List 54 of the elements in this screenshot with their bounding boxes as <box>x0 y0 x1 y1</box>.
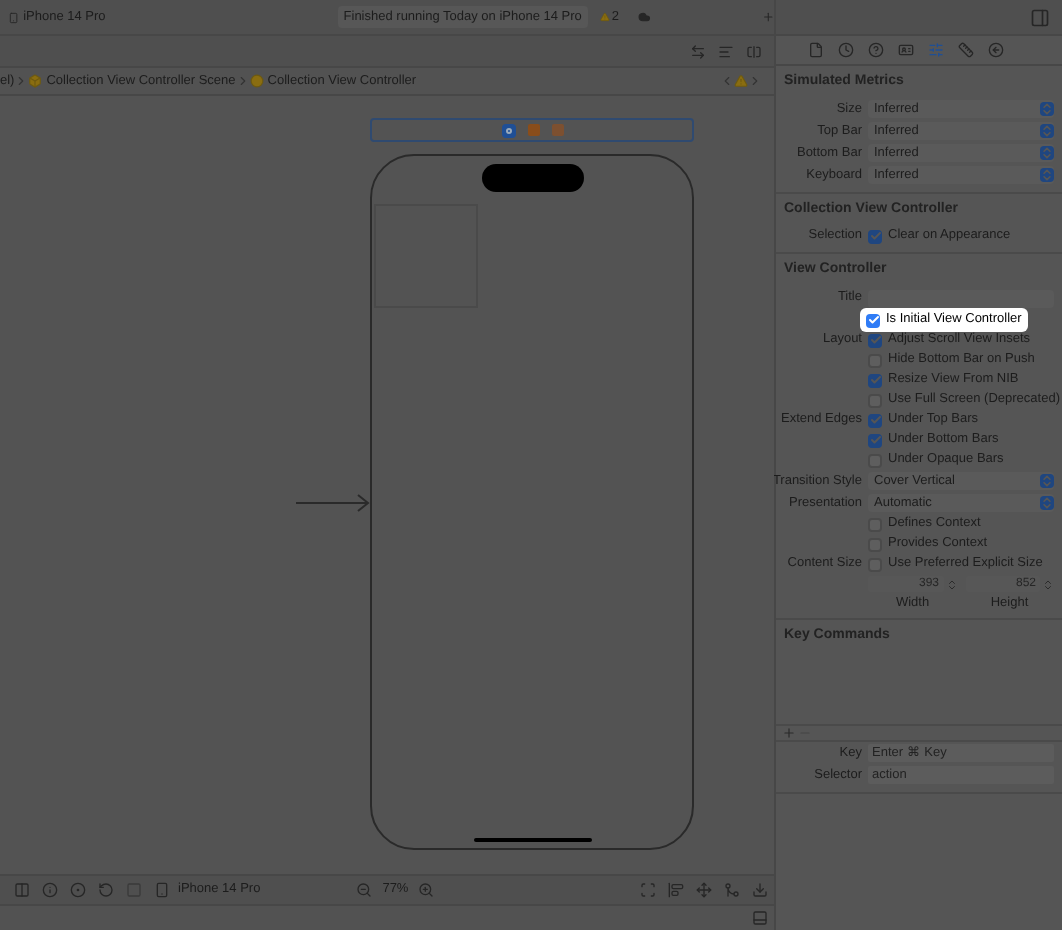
chevron-icon <box>14 74 29 88</box>
add-icon[interactable] <box>782 726 796 740</box>
lines-icon[interactable] <box>718 43 734 59</box>
popup-arrow-icon <box>1040 496 1054 510</box>
swap-icon[interactable] <box>690 43 706 59</box>
clock-icon[interactable] <box>838 42 854 58</box>
collection-cell <box>374 204 478 308</box>
id-card-icon[interactable] <box>898 42 914 58</box>
resolve-icon[interactable] <box>724 882 740 898</box>
arrow-circle-icon[interactable] <box>988 42 1004 58</box>
popup-arrow-icon <box>1040 124 1054 138</box>
popup-arrow-icon <box>1040 168 1054 182</box>
scene-icon <box>28 74 43 88</box>
align-icon[interactable] <box>668 882 684 898</box>
help-icon[interactable] <box>868 42 884 58</box>
info-icon[interactable] <box>42 882 58 898</box>
forward-icon[interactable] <box>748 74 762 88</box>
warning-icon[interactable] <box>734 74 748 88</box>
back-icon[interactable] <box>720 74 734 88</box>
home-indicator <box>474 838 592 842</box>
zoom-out-icon[interactable] <box>356 882 373 898</box>
sliders-icon[interactable] <box>928 42 944 58</box>
cloud-icon[interactable] <box>638 8 652 26</box>
fit-icon[interactable] <box>640 882 656 898</box>
popup-arrow-icon <box>1040 146 1054 160</box>
panel-icon[interactable] <box>14 882 30 898</box>
embed-icon[interactable] <box>752 882 768 898</box>
zoom-in-icon[interactable] <box>418 882 435 898</box>
debug-area-icon[interactable] <box>752 910 768 926</box>
controller-icon <box>501 123 515 137</box>
exit-icon <box>551 124 563 136</box>
popup-arrow-icon <box>1040 474 1054 488</box>
file-icon[interactable] <box>808 42 824 58</box>
checkbox[interactable] <box>868 333 882 347</box>
title-field[interactable] <box>868 289 1054 307</box>
add-icon[interactable] <box>761 8 774 26</box>
checkbox[interactable] <box>868 433 882 447</box>
rotate-icon[interactable] <box>98 882 114 898</box>
device-icon[interactable] <box>8 9 20 25</box>
appearance-icon[interactable] <box>70 882 86 898</box>
pin-icon[interactable] <box>696 882 712 898</box>
chevron-icon <box>235 74 250 88</box>
checkbox[interactable] <box>868 373 882 387</box>
device-icon[interactable] <box>154 882 170 898</box>
warning-icon[interactable] <box>599 10 610 24</box>
first-responder-icon <box>527 124 539 136</box>
ruler-icon[interactable] <box>958 42 974 58</box>
split-editor-icon[interactable] <box>746 43 762 59</box>
inspector-toggle-icon[interactable] <box>1030 7 1050 27</box>
checkbox[interactable] <box>868 413 882 427</box>
controller-icon <box>249 74 264 88</box>
popup-arrow-icon <box>1040 102 1054 116</box>
dynamic-island <box>482 164 584 192</box>
checkbox[interactable] <box>868 229 882 243</box>
